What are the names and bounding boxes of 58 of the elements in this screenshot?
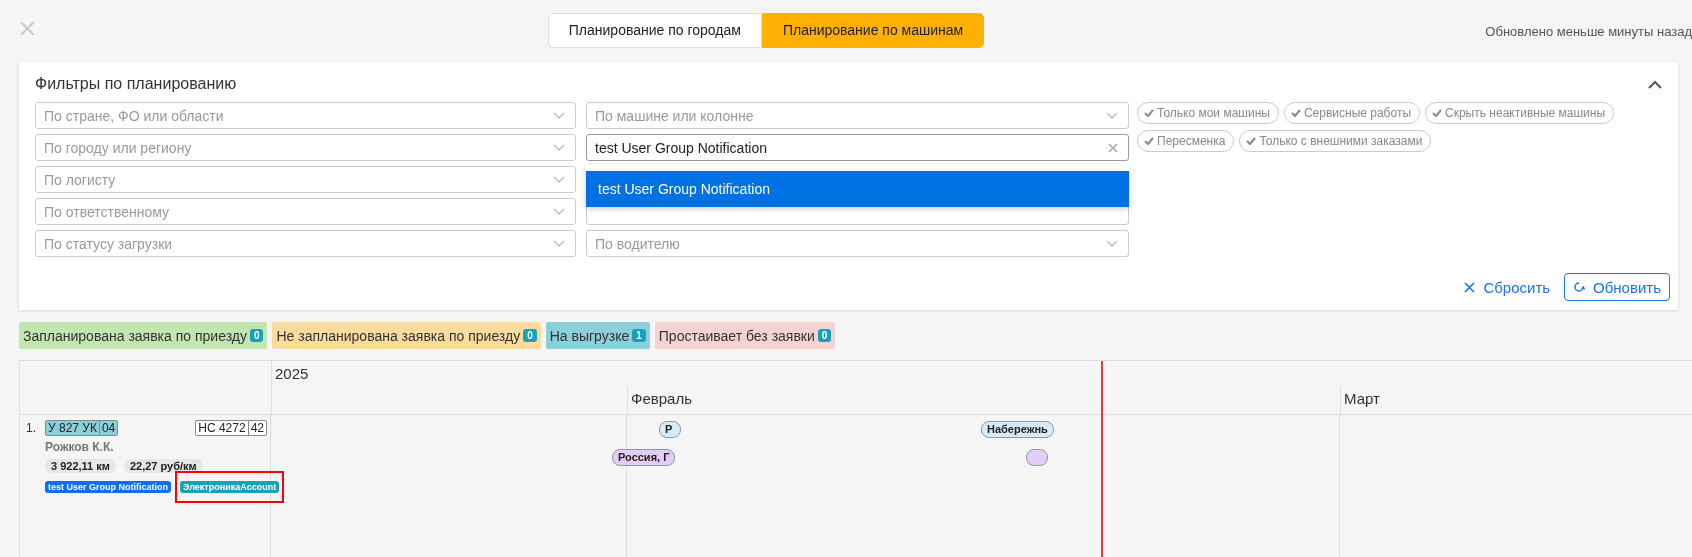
plate-number: У 827 УК 04: [45, 420, 119, 436]
filter-select[interactable]: По стране, ФО или области: [35, 102, 576, 129]
filter-toggle[interactable]: Сервисные работы: [1283, 102, 1421, 124]
group-tag: ЭлектроникаAccount: [180, 481, 280, 493]
chevron-icon: [1106, 239, 1118, 248]
check-icon: [1144, 109, 1154, 117]
legend-label: На выгрузке: [549, 327, 630, 344]
filter-toggle[interactable]: Скрыть неактивные машины: [1425, 102, 1615, 124]
driver-name: Рожков К.К.: [44, 439, 115, 454]
event-pill[interactable]: Набережнь: [981, 421, 1054, 438]
filter-select[interactable]: По машине или колонне: [586, 102, 1129, 129]
stat-chip: 22,27 руб/км: [123, 459, 203, 473]
filter-toggle[interactable]: Только мои машины: [1137, 102, 1279, 124]
group-tag: test User Group Notification: [45, 481, 171, 493]
count-badge: 1: [632, 329, 646, 342]
filter-select[interactable]: По статусу загрузки: [35, 230, 576, 257]
filter-select[interactable]: По городу или региону: [35, 134, 576, 161]
dropdown-option[interactable]: test User Group Notification: [586, 171, 1129, 207]
reset-button[interactable]: Сбросить: [1464, 278, 1551, 296]
view-tab[interactable]: Планирование по машинам: [761, 12, 985, 48]
event-pill[interactable]: Россия, Г: [612, 449, 676, 466]
month-label: Февраль: [631, 390, 692, 407]
collapse-icon[interactable]: [1648, 79, 1662, 89]
check-icon: [1290, 109, 1301, 117]
update-status: Обновлено меньше минуты назад: [1485, 24, 1692, 39]
chevron-icon: [553, 111, 565, 120]
close-icon: [1464, 281, 1476, 293]
chevron-icon: [553, 143, 565, 152]
row-number: 1.: [26, 421, 37, 435]
legend-label: Не запланирована заявка по приезду: [276, 327, 521, 344]
trailer-number: НС 4272 42: [195, 420, 267, 436]
filter-select[interactable]: По ответственному: [35, 198, 576, 225]
chevron-icon: [553, 207, 565, 216]
filter-select[interactable]: По логисту: [35, 166, 576, 193]
panel-title: Фильтры по планированию: [35, 75, 237, 93]
filter-select[interactable]: test User Group Notification: [586, 134, 1129, 161]
stat-chip: 3 922,11 км: [45, 459, 116, 473]
month-label: Март: [1344, 390, 1380, 407]
refresh-button[interactable]: Обновить: [1564, 273, 1670, 301]
check-icon: [1144, 137, 1154, 145]
legend-label: Простаивает без заявки: [658, 327, 815, 344]
event-pill[interactable]: Р: [659, 421, 681, 438]
filter-toggle[interactable]: Пересменка: [1137, 130, 1235, 152]
year-label: 2025: [274, 364, 310, 384]
count-badge: 0: [817, 329, 832, 342]
event-pill[interactable]: [1026, 449, 1048, 466]
chevron-icon: [1106, 111, 1118, 120]
count-badge: 0: [523, 329, 537, 342]
view-tab[interactable]: Планирование по городам: [547, 12, 762, 48]
chevron-icon: [553, 175, 565, 184]
filter-toggle[interactable]: Только с внешними заказами: [1239, 130, 1432, 152]
refresh-icon: [1573, 281, 1586, 293]
count-badge: 0: [249, 329, 264, 342]
filter-select[interactable]: По водителю: [586, 230, 1129, 257]
chevron-icon: [553, 239, 565, 248]
legend-label: Запланирована заявка по приезду: [23, 327, 247, 344]
check-icon: [1432, 109, 1443, 117]
check-icon: [1246, 137, 1257, 145]
